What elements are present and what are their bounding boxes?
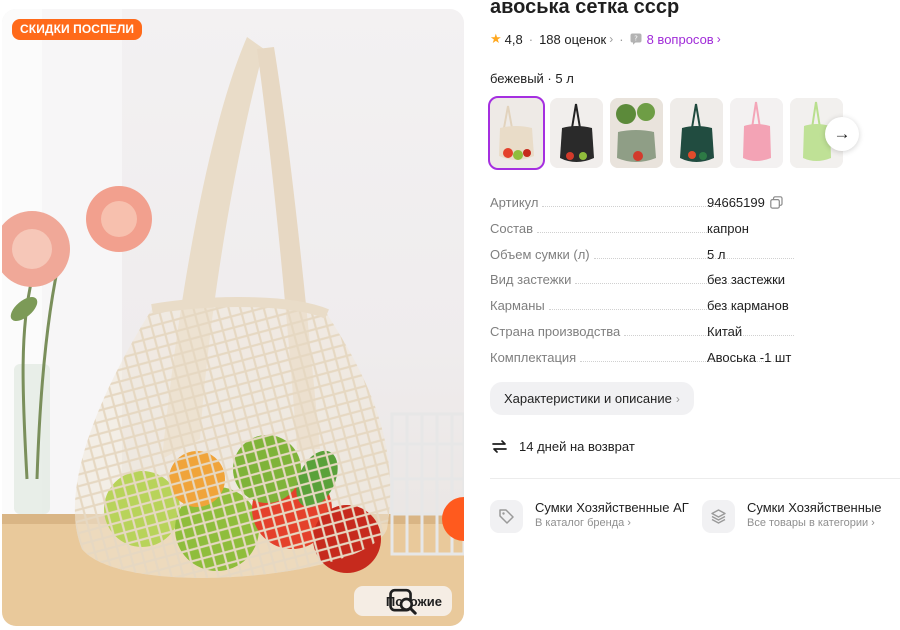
copy-icon[interactable] [770,196,783,209]
spec-key: Вид застежки [490,272,572,288]
star-icon: ★ [490,31,502,46]
rating-value: 4,8 [504,31,523,47]
spec-row: Комплектация Авоська -1 шт [490,350,800,376]
spec-key: Состав [490,220,534,236]
spec-row: Страна производства Китай [490,324,800,350]
spec-row: Состав капрон [490,221,800,247]
image-search-icon [363,588,417,615]
spec-key: Артикул [490,195,539,210]
promo-badge: СКИДКИ ПОСПЕЛИ [12,19,143,40]
question-bubble-icon: ? [630,33,642,45]
product-photo[interactable]: СКИДКИ ПОСПЕЛИ Похожие [2,9,464,626]
spec-value: капрон [707,220,749,236]
rating-row: ★ 4,8 · 188 оценок › · ? 8 вопросов › [490,31,721,47]
spec-key: Страна производства [490,323,621,339]
chevron-right-icon: › [675,391,680,406]
thumbnails-next-button[interactable]: → [825,117,859,151]
spec-value: без застежки [707,272,786,288]
arrow-right-icon: → [833,124,851,143]
chevron-right-icon: › [716,32,721,46]
spec-key: Объем сумки (л) [490,246,590,262]
return-label: 14 дней на возврат [519,439,635,454]
questions-count: 8 вопросов [646,31,714,47]
spec-value: 5 л [707,246,726,262]
thumbnail-pink[interactable] [730,98,783,168]
exchange-arrows-icon [490,437,509,456]
spec-value: без карманов [707,298,789,314]
selected-variant: бежевый · 5 л [490,71,574,86]
tag-icon [490,500,523,533]
reviews-count: 188 оценок [539,31,607,47]
spec-key: Карманы [490,298,545,314]
reviews-link[interactable]: 188 оценок › [539,32,613,47]
spec-value: Авоська -1 шт [707,349,792,365]
svg-text:?: ? [634,35,638,43]
article-number[interactable]: 94665199 [707,195,765,210]
questions-link[interactable]: ? 8 вопросов › [630,32,721,47]
thumbnail-dark-green[interactable] [670,98,723,168]
brand-catalog-label: В каталог бренда › [535,517,631,529]
category-name: Сумки Хозяйственные [747,500,882,515]
spec-key: Комплектация [490,349,577,365]
brand-catalog-link[interactable]: Сумки Хозяйственные АГ В каталог бренда … [490,500,689,533]
spec-row: Артикул 94665199 [490,195,800,221]
product-photo-illustration [2,9,464,626]
specs-list: Артикул 94665199 Состав капрон Объем сум… [490,195,800,376]
spec-row: Вид застежки без застежки [490,272,800,298]
spec-value: 94665199 [707,195,783,210]
spec-row: Объем сумки (л) 5 л [490,247,800,273]
brand-name: Сумки Хозяйственные АГ [535,500,689,515]
product-title: авоська сетка ссср [490,0,680,18]
divider [490,478,900,479]
category-link[interactable]: Сумки Хозяйственные Все товары в категор… [702,500,882,533]
similar-products-button[interactable]: Похожие [353,586,452,616]
thumbnail-grey-green[interactable] [610,98,663,168]
category-all-label: Все товары в категории › [747,517,875,529]
layers-icon [702,500,735,533]
spec-value: Китай [707,323,743,339]
chevron-right-icon: › [609,32,614,46]
spec-row: Карманы без карманов [490,298,800,324]
return-policy: 14 дней на возврат [490,437,635,456]
characteristics-button[interactable]: Характеристики и описание › [490,382,694,415]
thumbnail-black[interactable] [550,98,603,168]
characteristics-label: Характеристики и описание [504,391,672,406]
thumbnail-beige[interactable] [488,96,545,170]
